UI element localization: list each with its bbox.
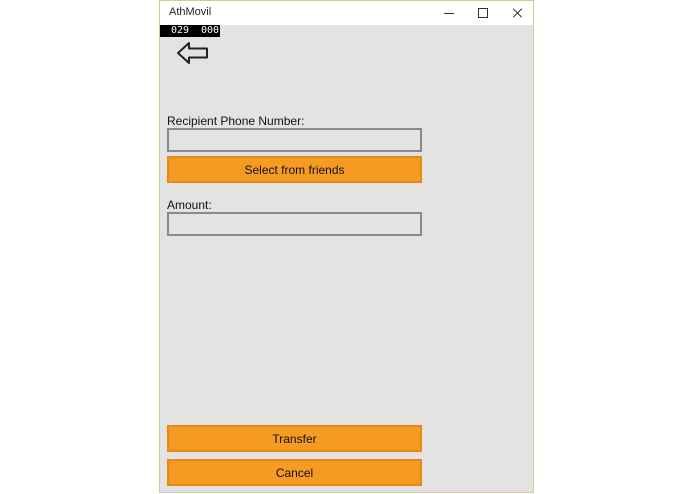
- minimize-button[interactable]: [432, 1, 466, 25]
- transfer-button[interactable]: Transfer: [167, 425, 422, 452]
- maximize-icon: [478, 8, 488, 18]
- frame-rate-counter: 029 000: [160, 25, 220, 37]
- recipient-phone-input[interactable]: [167, 128, 422, 152]
- amount-label: Amount:: [167, 198, 212, 212]
- maximize-button[interactable]: [466, 1, 500, 25]
- cancel-button[interactable]: Cancel: [167, 459, 422, 486]
- close-button[interactable]: [500, 1, 533, 25]
- app-window: AthMovil 029 000 Recipient Phone Number:…: [159, 0, 534, 493]
- back-button[interactable]: [176, 40, 210, 66]
- title-bar[interactable]: AthMovil: [160, 1, 533, 25]
- window-title: AthMovil: [169, 6, 212, 18]
- arrow-left-icon: [177, 42, 208, 64]
- amount-input[interactable]: [167, 212, 422, 236]
- frame-counter-left: 029: [171, 25, 190, 36]
- minimize-icon: [444, 12, 454, 14]
- select-from-friends-button[interactable]: Select from friends: [167, 156, 422, 183]
- recipient-phone-label: Recipient Phone Number:: [167, 114, 305, 128]
- close-icon: [512, 8, 522, 18]
- frame-counter-right: 000: [201, 25, 220, 36]
